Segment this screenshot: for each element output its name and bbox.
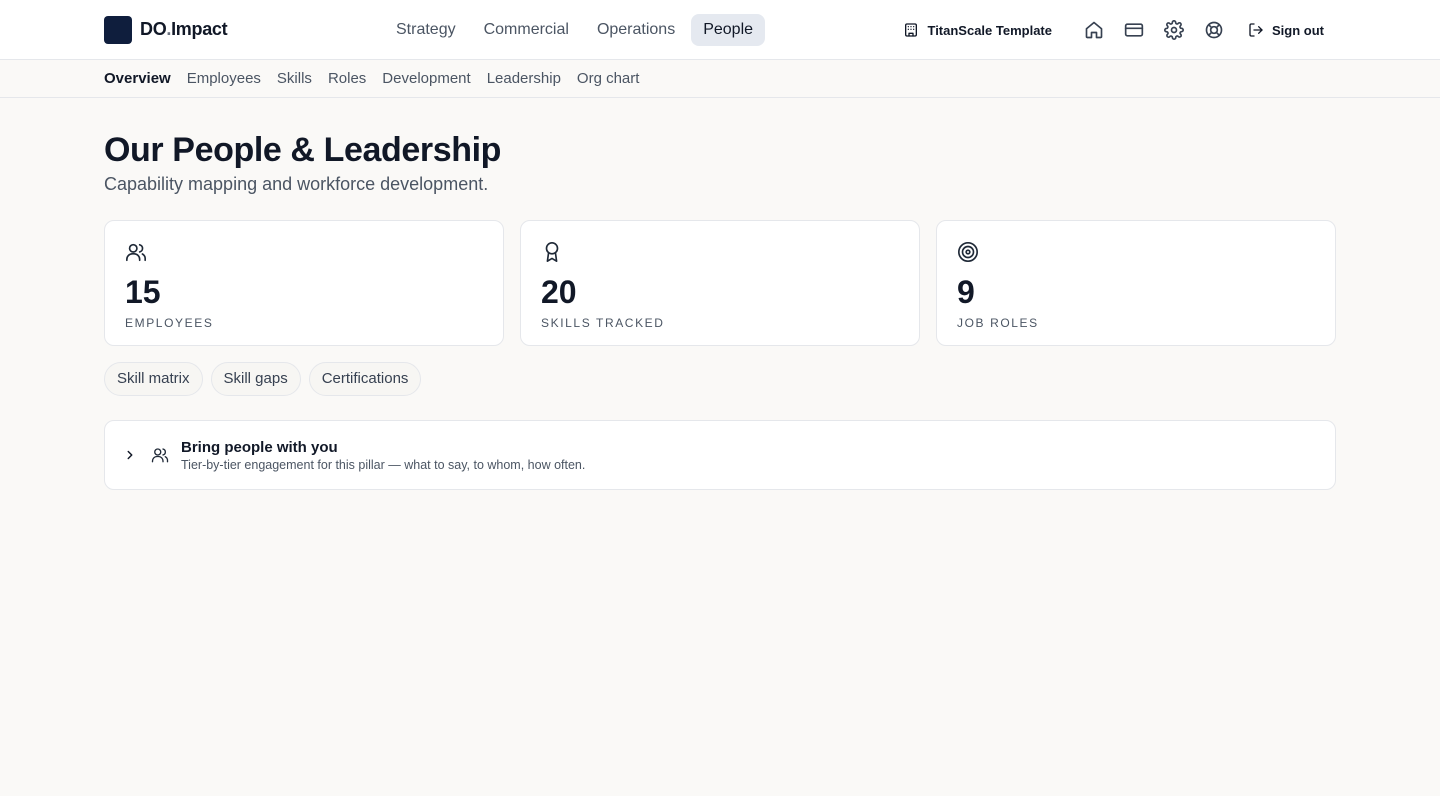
gear-icon <box>1164 20 1184 40</box>
sub-nav: Overview Employees Skills Roles Developm… <box>0 60 1440 98</box>
home-button[interactable] <box>1074 10 1114 50</box>
award-icon <box>545 242 559 262</box>
stat-value: 15 <box>125 274 161 310</box>
pill-skill-gaps[interactable]: Skill gaps <box>210 362 301 396</box>
sub-nav-roles[interactable]: Roles <box>328 70 366 87</box>
sub-nav-employees[interactable]: Employees <box>187 70 261 87</box>
home-icon <box>1085 21 1103 39</box>
target-icon <box>958 242 978 262</box>
stat-value: 9 <box>957 274 975 310</box>
settings-button[interactable] <box>1154 10 1194 50</box>
panel-title: Bring people with you <box>181 438 338 456</box>
panel-description: Tier-by-tier engagement for this pillar … <box>181 457 586 472</box>
top-bar: DO.Impact Strategy Commercial Operations… <box>0 0 1440 60</box>
building-icon <box>905 23 918 37</box>
stat-card-roles: 9 Job roles <box>936 220 1336 346</box>
sub-nav-overview[interactable]: Overview <box>104 70 171 87</box>
main-nav: Strategy Commercial Operations People <box>384 14 769 46</box>
stat-card-skills: 20 Skills tracked <box>520 220 920 346</box>
main-nav-operations[interactable]: Operations <box>585 14 687 46</box>
users-icon <box>126 243 146 262</box>
main-nav-strategy[interactable]: Strategy <box>384 14 468 46</box>
brand-name: DO.Impact <box>140 19 228 39</box>
users-icon <box>151 448 169 463</box>
sub-nav-skills[interactable]: Skills <box>277 70 312 87</box>
lifebuoy-icon <box>1205 21 1223 39</box>
help-button[interactable] <box>1194 10 1234 50</box>
org-name: TitanScale Template <box>927 22 1052 38</box>
panel-text: Bring people with you Tier-by-tier engag… <box>181 439 585 472</box>
stat-value: 20 <box>541 274 577 310</box>
credit-card-icon <box>1124 23 1144 37</box>
page-title: Our People & Leadership <box>104 131 502 169</box>
page-subtitle: Capability mapping and workforce develop… <box>104 174 489 194</box>
org-switcher[interactable]: TitanScale Template <box>903 22 1052 38</box>
brand[interactable]: DO.Impact <box>104 15 228 44</box>
main-nav-commercial[interactable]: Commercial <box>472 14 581 46</box>
stat-label: Job roles <box>957 316 1039 330</box>
billing-button[interactable] <box>1114 10 1154 50</box>
pill-certifications[interactable]: Certifications <box>308 362 422 396</box>
sub-nav-leadership[interactable]: Leadership <box>487 70 561 87</box>
view-pills: Skill matrix Skill gaps Certifications <box>104 362 1336 396</box>
pill-skill-matrix[interactable]: Skill matrix <box>104 362 203 396</box>
stat-label: Skills tracked <box>541 316 665 330</box>
sub-nav-org-chart[interactable]: Org chart <box>577 70 640 87</box>
stat-label: Employees <box>125 316 214 330</box>
sign-out-button[interactable]: Sign out <box>1248 22 1336 38</box>
main-content: Our People & Leadership Capability mappi… <box>0 98 1440 490</box>
stat-card-employees: 15 Employees <box>104 220 504 346</box>
header-actions: TitanScale Template Sign out <box>903 0 1336 60</box>
main-nav-people[interactable]: People <box>691 14 766 46</box>
sign-out-label: Sign out <box>1272 22 1324 38</box>
sub-nav-development[interactable]: Development <box>382 70 470 87</box>
brand-logo <box>104 15 132 44</box>
chevron-right-icon[interactable] <box>123 448 137 462</box>
engagement-panel[interactable]: Bring people with you Tier-by-tier engag… <box>104 420 1336 490</box>
log-out-icon <box>1249 23 1263 37</box>
stat-cards: 15 Employees 20 Skills tracked 9 Job rol… <box>104 220 1336 346</box>
